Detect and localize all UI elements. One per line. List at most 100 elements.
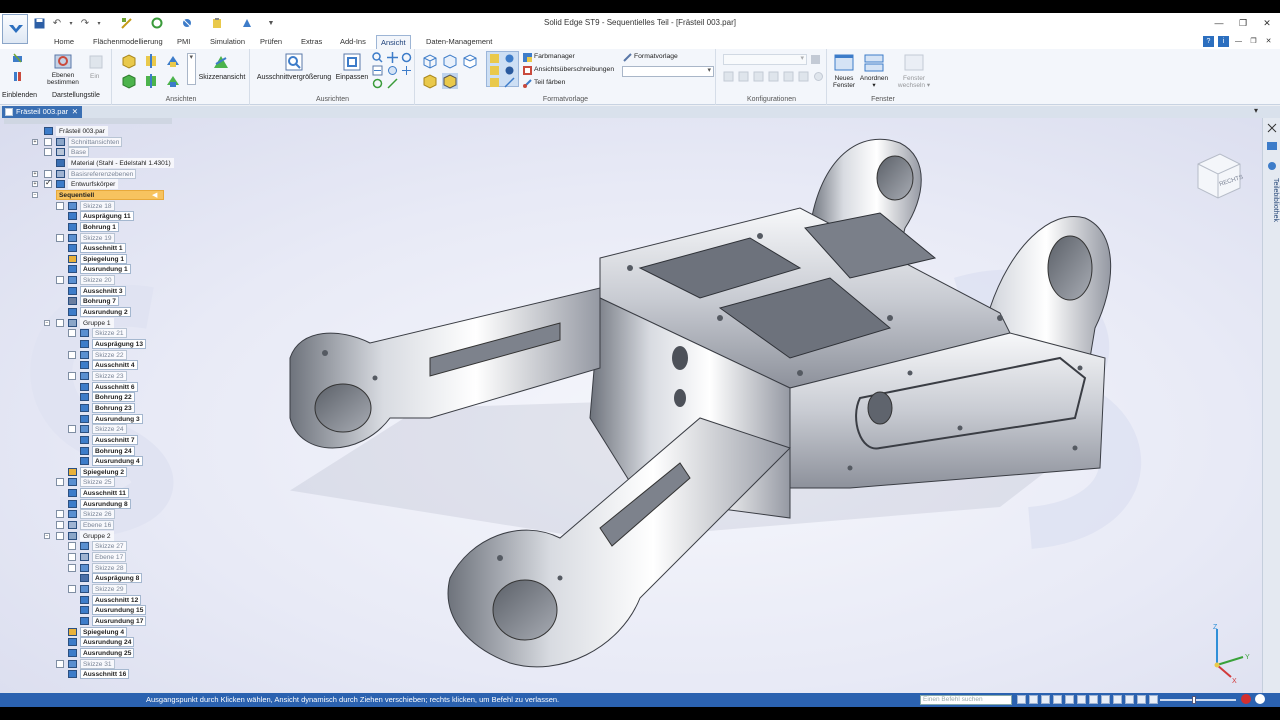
status-tool-icon[interactable] [1089, 695, 1098, 704]
fit-icon[interactable] [343, 53, 361, 71]
status-tool-icon[interactable] [1029, 695, 1038, 704]
tab-extras[interactable]: Extras [297, 35, 326, 49]
spin-icon[interactable] [387, 65, 398, 76]
tree-node-label[interactable]: Ausschnitt 3 [80, 285, 126, 296]
tree-node-label[interactable]: Ausschnitt 11 [80, 488, 129, 499]
tree-node-label[interactable]: Ausprägung 13 [92, 339, 146, 349]
style-icon[interactable] [622, 52, 633, 63]
status-tool-icon[interactable] [1077, 695, 1086, 704]
layers-icon[interactable] [54, 52, 72, 70]
tree-node-label[interactable]: Skizze 27 [92, 541, 127, 552]
tab-home[interactable]: Home [50, 35, 78, 49]
visibility-checkbox[interactable] [56, 276, 64, 285]
ausschnittvergroesserung-button[interactable]: Ausschnittvergrößerung [255, 74, 333, 81]
document-close-icon[interactable]: ✕ [1263, 36, 1274, 47]
help-icon[interactable]: ? [1203, 36, 1214, 47]
ein-button[interactable]: Ein [90, 73, 99, 80]
collapse-icon[interactable]: − [32, 191, 38, 198]
new-window-icon[interactable] [834, 53, 854, 73]
tree-node-label[interactable]: Ausrundung 17 [92, 615, 147, 626]
tab-pmi[interactable]: PMI [173, 35, 194, 49]
visibility-checkbox[interactable] [56, 531, 64, 540]
config-tool-icon[interactable] [813, 71, 824, 82]
tree-node-label[interactable]: Ebene 17 [92, 552, 127, 562]
visibility-checkbox[interactable] [56, 510, 64, 519]
perspective-icon[interactable] [504, 77, 515, 88]
tree-node-label[interactable]: Skizze 21 [92, 328, 127, 339]
collapse-icon[interactable]: − [44, 532, 50, 539]
fenster-wechseln-button[interactable]: Fenster wechseln ▾ [894, 75, 934, 89]
tree-node-label[interactable]: Skizze 26 [80, 509, 115, 520]
tab-flaechenmodellierung[interactable]: Flächenmodellierung [89, 35, 167, 49]
tree-node-label[interactable]: Gruppe 1 [80, 317, 114, 328]
shadow-icon[interactable] [489, 65, 500, 76]
tree-node-label[interactable]: Skizze 28 [92, 562, 127, 573]
tree-node-label[interactable]: Skizze 18 [80, 200, 115, 211]
status-tool-icon[interactable] [1041, 695, 1050, 704]
expand-icon[interactable]: + [32, 181, 38, 188]
save-config-icon[interactable] [810, 54, 821, 65]
ribbon-restore-icon[interactable]: ❐ [1248, 36, 1259, 47]
tab-simulation[interactable]: Simulation [206, 35, 249, 49]
visible-edges-icon[interactable] [462, 53, 478, 69]
tab-ansicht[interactable]: Ansicht [376, 35, 411, 49]
tree-node-label[interactable]: Bohrung 1 [80, 221, 119, 232]
view-override-icon[interactable] [522, 65, 533, 76]
stop-icon[interactable] [1255, 694, 1265, 704]
command-search-input[interactable]: Einen Befehl suchen [920, 695, 1012, 705]
ein-icon[interactable] [88, 54, 104, 70]
status-tool-icon[interactable] [1113, 695, 1122, 704]
view-top-icon[interactable] [143, 53, 159, 69]
view-cube[interactable]: RECHTS [1190, 148, 1246, 204]
cad-part-model[interactable] [0, 118, 1262, 698]
tree-node-label[interactable]: Schnittansichten [68, 136, 123, 147]
tree-node-label[interactable]: Ausschnitt 1 [80, 243, 126, 254]
visibility-checkbox[interactable] [56, 233, 64, 242]
pan-icon[interactable] [387, 52, 398, 63]
hide-icon[interactable] [12, 71, 23, 82]
shading-icon[interactable] [489, 53, 500, 64]
tree-node-label[interactable]: Bohrung 23 [92, 402, 135, 413]
status-tool-icon[interactable] [1053, 695, 1062, 704]
shaded-edges-icon[interactable] [442, 73, 458, 89]
tree-node-label[interactable]: Ausrundung 8 [80, 498, 131, 509]
view-right-icon[interactable] [143, 73, 159, 89]
visibility-checkbox[interactable] [68, 563, 76, 572]
application-button[interactable] [2, 14, 28, 44]
tree-node-label[interactable]: Skizze 29 [92, 583, 127, 594]
zoom-area-icon[interactable] [285, 53, 303, 71]
status-tool-icon[interactable] [1137, 695, 1146, 704]
tree-node-label[interactable]: Spiegelung 2 [80, 466, 128, 477]
teilebibliothek-tab[interactable]: Teilebibliothek [1265, 178, 1279, 228]
tree-node-label[interactable]: Ausrundung 2 [80, 307, 131, 318]
refresh-view-icon[interactable] [372, 78, 383, 89]
status-tool-icon[interactable] [1017, 695, 1026, 704]
tree-node-label[interactable]: Skizze 22 [92, 349, 127, 360]
texture-icon[interactable] [489, 77, 500, 88]
tree-node-label[interactable]: Entwurfskörper [68, 179, 119, 190]
switch-window-icon[interactable] [904, 53, 924, 73]
tree-node-label[interactable]: Ausprägung 11 [80, 211, 134, 222]
shaded-icon[interactable] [422, 73, 438, 89]
formatvorlage-button[interactable]: Formatvorlage [634, 53, 678, 60]
visibility-checkbox[interactable] [56, 201, 64, 210]
tree-node-label[interactable]: Ausschnitt 7 [92, 434, 138, 445]
tab-list-icon[interactable]: ▾ [1254, 106, 1258, 115]
tab-pruefen[interactable]: Prüfen [256, 35, 286, 49]
teil-faerben-button[interactable]: Teil färben [534, 79, 565, 86]
tree-node-label[interactable]: Ausprägung 8 [92, 573, 143, 584]
config-tool-icon[interactable] [768, 71, 779, 82]
status-tool-icon[interactable] [1149, 695, 1158, 704]
visibility-checkbox[interactable] [44, 178, 52, 189]
view-iso-icon[interactable] [121, 53, 137, 69]
tree-node-label[interactable]: Sequentiell [56, 189, 164, 200]
config-tool-icon[interactable] [798, 71, 809, 82]
close-tab-icon[interactable]: ✕ [72, 106, 78, 118]
tree-node-label[interactable]: Ausrundung 3 [92, 413, 143, 424]
zoom-slider[interactable] [1160, 696, 1236, 704]
tree-node-label[interactable]: Ausschnitt 4 [92, 360, 138, 371]
previous-view-icon[interactable] [372, 65, 383, 76]
status-tool-icon[interactable] [1101, 695, 1110, 704]
status-tool-icon[interactable] [1125, 695, 1134, 704]
ribbon-minimize-icon[interactable]: — [1233, 36, 1244, 47]
